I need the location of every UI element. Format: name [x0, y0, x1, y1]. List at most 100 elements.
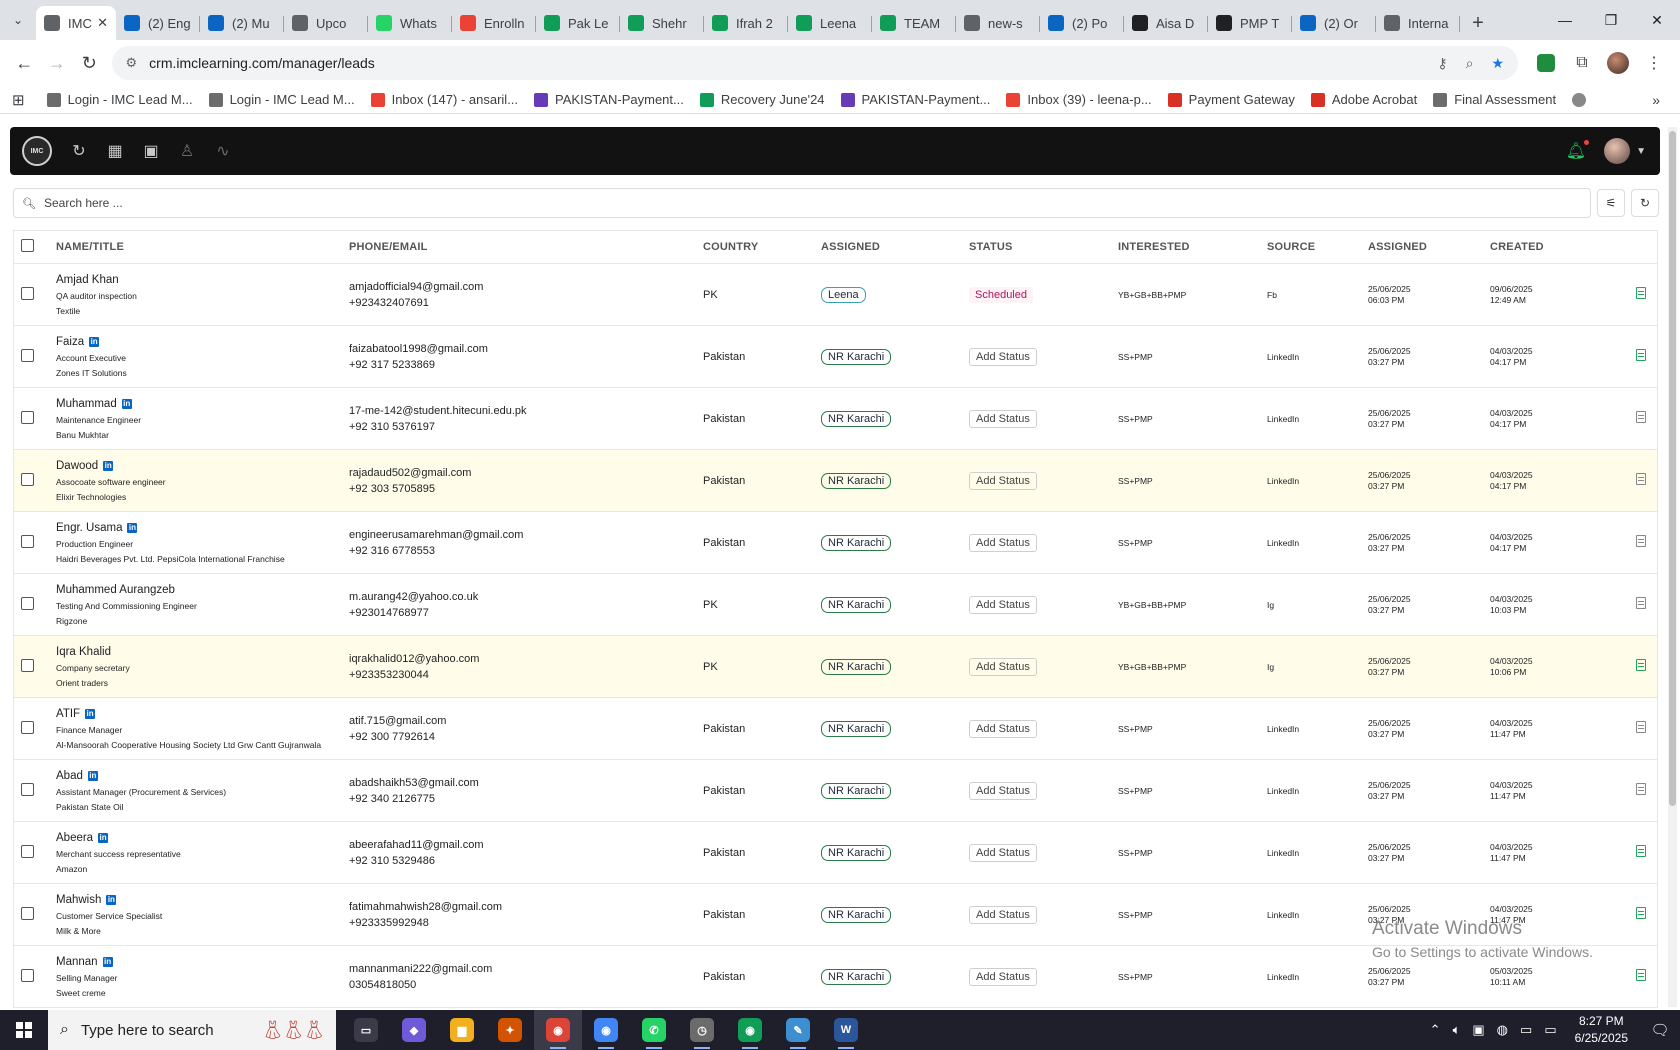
- table-row[interactable]: Abeera in Merchant success representative A…: [14, 822, 1657, 884]
- volume-icon[interactable]: 🔈︎: [1453, 1022, 1461, 1038]
- document-icon[interactable]: [1636, 535, 1646, 547]
- password-key-icon[interactable]: ⚷: [1437, 55, 1447, 72]
- browser-tab[interactable]: Enrolln: [452, 6, 536, 40]
- status-button[interactable]: Add Status: [969, 781, 1037, 800]
- row-checkbox[interactable]: [21, 286, 34, 300]
- linkedin-icon[interactable]: in: [87, 770, 98, 781]
- notification-bell-icon[interactable]: 🔔︎: [1566, 140, 1590, 161]
- status-button[interactable]: Add Status: [969, 843, 1037, 862]
- row-checkbox[interactable]: [21, 596, 34, 610]
- lead-email[interactable]: m.aurang42@yahoo.co.uk: [349, 591, 703, 603]
- close-window-button[interactable]: ✕: [1634, 0, 1680, 40]
- browser-tab[interactable]: Ifrah 2: [704, 6, 788, 40]
- lead-email[interactable]: mannanmani222@gmail.com: [349, 963, 703, 975]
- linkedin-icon[interactable]: in: [102, 956, 113, 967]
- document-icon[interactable]: [1636, 845, 1646, 857]
- taskbar-app[interactable]: ✦: [486, 1010, 534, 1050]
- lead-phone[interactable]: +92 317 5233869: [349, 359, 703, 371]
- browser-tab[interactable]: Aisa D: [1124, 6, 1208, 40]
- assigned-pill[interactable]: NR Karachi: [821, 596, 892, 613]
- row-checkbox[interactable]: [21, 410, 34, 424]
- assigned-pill[interactable]: Leena: [821, 286, 866, 303]
- taskbar-app[interactable]: ✎: [774, 1010, 822, 1050]
- browser-tab[interactable]: Interna: [1376, 6, 1460, 40]
- lead-phone[interactable]: +923014768977: [349, 607, 703, 619]
- address-bar[interactable]: ⚙ crm.imclearning.com/manager/leads ⚷ ⌕ …: [111, 46, 1518, 80]
- linkedin-icon[interactable]: in: [127, 522, 138, 533]
- lead-email[interactable]: fatimahmahwish28@gmail.com: [349, 901, 703, 913]
- lead-phone[interactable]: +92 300 7792614: [349, 731, 703, 743]
- lead-phone[interactable]: +923353230044: [349, 669, 703, 681]
- browser-menu-icon[interactable]: ⋮: [1636, 53, 1672, 73]
- refresh-leads-icon[interactable]: ↻: [70, 141, 88, 161]
- bookmark-item[interactable]: PAKISTAN-Payment...: [840, 92, 990, 107]
- taskbar-app[interactable]: ◷: [678, 1010, 726, 1050]
- lead-phone[interactable]: +92 340 2126775: [349, 793, 703, 805]
- reload-button[interactable]: ↻: [73, 46, 106, 80]
- lead-email[interactable]: abadshaikh53@gmail.com: [349, 777, 703, 789]
- document-icon[interactable]: [1636, 411, 1646, 423]
- user-avatar[interactable]: [1604, 138, 1631, 164]
- lead-name[interactable]: Amjad Khan: [56, 274, 119, 286]
- taskbar-app[interactable]: ◉: [534, 1010, 582, 1050]
- lead-email[interactable]: atif.715@gmail.com: [349, 715, 703, 727]
- status-button[interactable]: Add Status: [969, 595, 1037, 614]
- document-icon[interactable]: [1636, 969, 1646, 981]
- document-icon[interactable]: [1636, 907, 1646, 919]
- browser-tab[interactable]: Whats: [368, 6, 452, 40]
- status-button[interactable]: Add Status: [969, 905, 1037, 924]
- leads-icon[interactable]: ▣: [142, 141, 160, 161]
- browser-tab[interactable]: (2) Po: [1040, 6, 1124, 40]
- status-button[interactable]: Add Status: [969, 347, 1037, 366]
- document-icon[interactable]: [1636, 721, 1646, 733]
- activity-icon[interactable]: ∿: [214, 141, 232, 161]
- lead-name[interactable]: ATIF: [56, 708, 80, 720]
- bookmark-item[interactable]: Adobe Acrobat: [1310, 92, 1417, 107]
- bookmark-item[interactable]: Inbox (39) - leena-p...: [1006, 92, 1152, 107]
- row-checkbox[interactable]: [21, 844, 34, 858]
- browser-tab[interactable]: (2) Mu: [200, 6, 284, 40]
- lead-name[interactable]: Muhammed Aurangzeb: [56, 584, 175, 596]
- status-button[interactable]: Add Status: [969, 657, 1037, 676]
- assigned-pill[interactable]: NR Karachi: [821, 720, 892, 737]
- lead-name[interactable]: Mannan: [56, 956, 98, 968]
- taskbar-search[interactable]: ⌕ Type here to search 👗︎👗︎👗︎: [48, 1010, 336, 1050]
- start-button[interactable]: [0, 1010, 48, 1050]
- taskbar-app[interactable]: ◆: [390, 1010, 438, 1050]
- browser-tab[interactable]: Upco: [284, 6, 368, 40]
- taskbar-app[interactable]: ▭: [342, 1010, 390, 1050]
- status-button[interactable]: Add Status: [969, 533, 1037, 552]
- lead-name[interactable]: Abeera: [56, 832, 93, 844]
- bookmark-item[interactable]: Recovery June'24: [699, 92, 825, 107]
- table-row[interactable]: Dawood in Assocoate software engineer Elixi…: [14, 450, 1657, 512]
- table-row[interactable]: Muhammad in Maintenance Engineer Banu Mukht…: [14, 388, 1657, 450]
- lead-email[interactable]: 17-me-142@student.hitecuni.edu.pk: [349, 405, 703, 417]
- url-text[interactable]: crm.imclearning.com/manager/leads: [149, 55, 1419, 71]
- status-button[interactable]: Add Status: [969, 409, 1037, 428]
- document-icon[interactable]: [1636, 349, 1646, 361]
- taskbar-app[interactable]: W: [822, 1010, 870, 1050]
- show-hidden-icons[interactable]: ⌃: [1430, 1022, 1441, 1038]
- table-row[interactable]: Engr. Usama in Production Engineer Haidri B…: [14, 512, 1657, 574]
- status-button[interactable]: Add Status: [969, 967, 1037, 986]
- site-info-icon[interactable]: ⚙: [126, 55, 138, 71]
- lead-email[interactable]: rajadaud502@gmail.com: [349, 467, 703, 479]
- document-icon[interactable]: [1636, 287, 1646, 299]
- browser-tab[interactable]: PMP T: [1208, 6, 1292, 40]
- bookmark-item[interactable]: Payment Gateway: [1167, 92, 1295, 107]
- row-checkbox[interactable]: [21, 348, 34, 362]
- forward-button[interactable]: →: [41, 46, 74, 80]
- browser-tab[interactable]: Leena: [788, 6, 872, 40]
- col-assigned-date[interactable]: ASSIGNED: [1368, 241, 1490, 253]
- assigned-pill[interactable]: NR Karachi: [821, 968, 892, 985]
- lead-phone[interactable]: +92 310 5329486: [349, 855, 703, 867]
- display-icon[interactable]: ▭: [1520, 1022, 1532, 1038]
- status-button[interactable]: Add Status: [969, 471, 1037, 490]
- table-row[interactable]: Amjad Khan QA auditor inspection Textile am…: [14, 264, 1657, 326]
- document-icon[interactable]: [1636, 473, 1646, 485]
- lead-name[interactable]: Mahwish: [56, 894, 101, 906]
- lead-email[interactable]: abeerafahad11@gmail.com: [349, 839, 703, 851]
- col-country[interactable]: COUNTRY: [703, 241, 821, 253]
- col-source[interactable]: SOURCE: [1267, 241, 1368, 253]
- col-status[interactable]: STATUS: [969, 241, 1118, 253]
